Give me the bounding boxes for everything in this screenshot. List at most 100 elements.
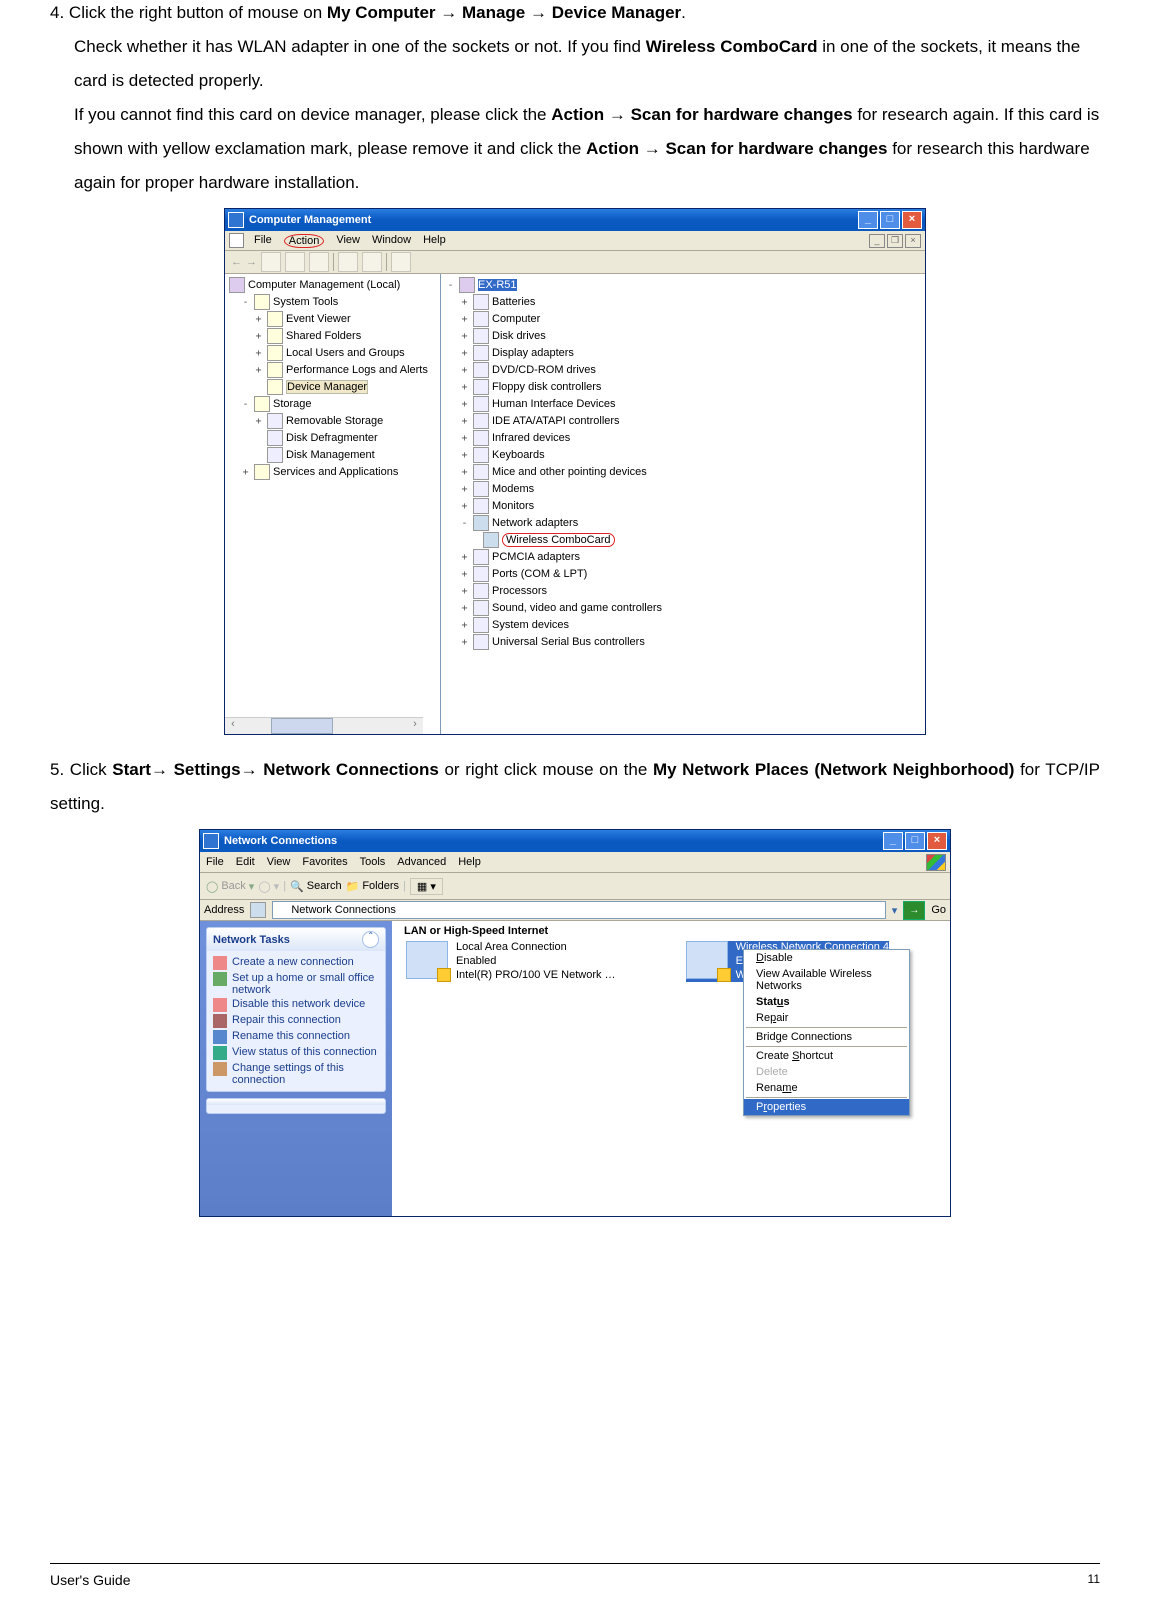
device-category[interactable]: +Sound, video and game controllers [445,600,921,616]
close-button[interactable]: × [902,211,922,229]
task-link[interactable]: Create a new connection [213,956,379,970]
device-category[interactable]: +Mice and other pointing devices [445,464,921,480]
menu-window[interactable]: Window [372,234,411,248]
menu-advanced[interactable]: Advanced [397,856,446,868]
device-icon [473,498,489,514]
toolbar-button[interactable] [362,252,382,272]
ctx-status[interactable]: Status [744,994,909,1010]
menu-edit[interactable]: Edit [236,856,255,868]
collapse-icon[interactable]: ˆ [362,931,379,948]
menu-help[interactable]: Help [458,856,481,868]
menubar: File Action View Window Help [254,234,446,248]
minimize-button[interactable]: _ [858,211,878,229]
device-category[interactable]: +Universal Serial Bus controllers [445,634,921,650]
menu-favorites[interactable]: Favorites [302,856,347,868]
device-icon [473,447,489,463]
tree-item[interactable]: +Event Viewer [229,311,436,327]
minimize-button[interactable]: _ [883,832,903,850]
device-category[interactable]: +Infrared devices [445,430,921,446]
tree-system-tools[interactable]: -System Tools [229,294,436,310]
device-category[interactable]: +Display adapters [445,345,921,361]
titlebar[interactable]: Computer Management _ □ × [225,209,925,231]
device-category[interactable]: +DVD/CD-ROM drives [445,362,921,378]
tree-item[interactable]: +Local Users and Groups [229,345,436,361]
tree-item[interactable]: Disk Management [229,447,436,463]
mdi-minimize[interactable]: _ [869,234,885,248]
ctx-repair[interactable]: Repair [744,1010,909,1026]
task-link[interactable]: Set up a home or small office network [213,972,379,996]
device-root[interactable]: -EX-R51 [445,277,921,293]
device-network-adapters[interactable]: -Network adapters [445,515,921,531]
device-category[interactable]: +Monitors [445,498,921,514]
network-connections-window: Network Connections _ □ × File Edit View… [199,829,951,1217]
toolbar-button[interactable] [338,252,358,272]
go-button[interactable]: → [903,901,925,920]
tree-item[interactable]: +Removable Storage [229,413,436,429]
device-category[interactable]: +Human Interface Devices [445,396,921,412]
ctx-bridge[interactable]: Bridge Connections [744,1029,909,1045]
ctx-properties[interactable]: Properties [744,1099,909,1115]
task-link[interactable]: View status of this connection [213,1046,379,1060]
task-icon [213,956,227,970]
mdi-close[interactable]: × [905,234,921,248]
toolbar-button[interactable] [309,252,329,272]
task-link[interactable]: Change settings of this connection [213,1062,379,1086]
device-category[interactable]: +Batteries [445,294,921,310]
device-category[interactable]: +Computer [445,311,921,327]
task-link[interactable]: Disable this network device [213,998,379,1012]
tree-item[interactable]: Disk Defragmenter [229,430,436,446]
device-category[interactable]: +Ports (COM & LPT) [445,566,921,582]
scrollbar-thumb[interactable] [271,718,333,734]
context-menu: Disable View Available Wireless Networks… [743,949,910,1116]
device-category[interactable]: +IDE ATA/ATAPI controllers [445,413,921,429]
maximize-button[interactable]: □ [880,211,900,229]
forward-button[interactable]: ◯ ▾ [258,880,279,893]
menu-view[interactable]: View [267,856,291,868]
ctx-create-shortcut[interactable]: Create Shortcut [744,1048,909,1064]
folders-button[interactable]: 📁Folders [346,880,399,893]
horizontal-scrollbar[interactable]: ‹ › [225,717,423,734]
ctx-rename[interactable]: Rename [744,1080,909,1096]
tree-services[interactable]: +Services and Applications [229,464,436,480]
titlebar[interactable]: Network Connections _ □ × [200,830,950,852]
step-4-text: 4. Click the right button of mouse on My… [50,0,1100,200]
toolbar-button[interactable] [285,252,305,272]
views-button[interactable]: ▦ ▾ [410,878,443,895]
device-category[interactable]: +PCMCIA adapters [445,549,921,565]
menu-help[interactable]: Help [423,234,446,248]
device-wireless-combocard[interactable]: Wireless ComboCard [445,532,921,548]
address-input[interactable] [272,901,885,919]
device-icon [473,311,489,327]
menu-action[interactable]: Action [284,234,325,248]
task-link[interactable]: Rename this connection [213,1030,379,1044]
tree-root[interactable]: Computer Management (Local) [229,277,436,293]
tasks-header[interactable]: Network Tasks ˆ [207,928,385,951]
search-button[interactable]: 🔍Search [290,880,342,893]
menu-tools[interactable]: Tools [360,856,386,868]
device-category[interactable]: +Disk drives [445,328,921,344]
device-category[interactable]: +Processors [445,583,921,599]
device-icon [473,600,489,616]
task-link[interactable]: Repair this connection [213,1014,379,1028]
ctx-view-networks[interactable]: View Available Wireless Networks [744,966,909,994]
connection-lan[interactable]: Local Area Connection Enabled Intel(R) P… [406,941,616,982]
device-category[interactable]: +Floppy disk controllers [445,379,921,395]
device-category[interactable]: +System devices [445,617,921,633]
mdi-restore[interactable]: ❐ [887,234,903,248]
toolbar-button[interactable] [261,252,281,272]
maximize-button[interactable]: □ [905,832,925,850]
menu-view[interactable]: View [336,234,360,248]
device-category[interactable]: +Keyboards [445,447,921,463]
close-button[interactable]: × [927,832,947,850]
toolbar-button[interactable] [391,252,411,272]
tree-item[interactable]: +Performance Logs and Alerts [229,362,436,378]
menu-file[interactable]: File [254,234,272,248]
ctx-disable[interactable]: Disable [744,950,909,966]
tree-item[interactable]: +Shared Folders [229,328,436,344]
device-category[interactable]: +Modems [445,481,921,497]
tree-item[interactable]: Device Manager [229,379,436,395]
menu-file[interactable]: File [206,856,224,868]
back-button[interactable]: ◯ Back ▾ [206,880,254,893]
tree-storage[interactable]: -Storage [229,396,436,412]
device-icon [473,430,489,446]
